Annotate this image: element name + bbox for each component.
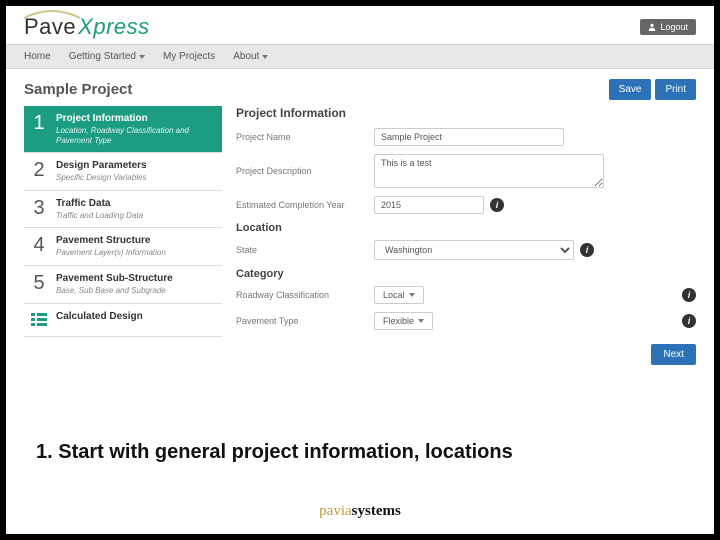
print-button[interactable]: Print <box>655 79 696 100</box>
info-icon[interactable]: i <box>682 314 696 328</box>
nav-getting-started[interactable]: Getting Started <box>69 51 145 62</box>
state-select[interactable]: Washington <box>374 240 574 260</box>
footer-brand: paviasystems <box>6 503 714 520</box>
form-heading: Project Information <box>236 106 696 120</box>
project-name-label: Project Name <box>236 132 366 142</box>
slide-caption: 1. Start with general project informatio… <box>36 441 513 464</box>
state-label: State <box>236 245 366 255</box>
save-button[interactable]: Save <box>609 79 652 100</box>
step-design-parameters[interactable]: 2 Design Parameters Specific Design Vari… <box>24 153 222 191</box>
step-calculated-design[interactable]: Calculated Design <box>24 304 222 337</box>
app-logo: Pave Xpress <box>24 14 150 40</box>
chevron-down-icon <box>418 319 424 323</box>
chevron-down-icon <box>139 55 145 59</box>
steps-sidebar: 1 Project Information Location, Roadway … <box>24 106 222 338</box>
info-icon[interactable]: i <box>682 288 696 302</box>
step-pavement-structure[interactable]: 4 Pavement Structure Pavement Layer(s) I… <box>24 228 222 266</box>
logout-button[interactable]: Logout <box>640 19 696 35</box>
year-input[interactable] <box>374 196 484 214</box>
logout-label: Logout <box>660 22 688 32</box>
step-pavement-substructure[interactable]: 5 Pavement Sub-Structure Base, Sub Base … <box>24 266 222 304</box>
roadway-label: Roadway Classification <box>236 290 366 300</box>
main-nav: Home Getting Started My Projects About <box>6 44 714 69</box>
user-icon <box>648 23 656 31</box>
project-desc-label: Project Description <box>236 166 366 176</box>
location-heading: Location <box>236 222 696 234</box>
pavement-dropdown[interactable]: Flexible <box>374 312 433 330</box>
project-name-input[interactable] <box>374 128 564 146</box>
step-project-information[interactable]: 1 Project Information Location, Roadway … <box>24 106 222 153</box>
nav-about[interactable]: About <box>233 51 268 62</box>
category-heading: Category <box>236 268 696 280</box>
project-desc-input[interactable]: This is a test <box>374 154 604 188</box>
page-title: Sample Project <box>24 81 132 98</box>
chevron-down-icon <box>409 293 415 297</box>
list-icon <box>30 311 48 329</box>
logo-text-2: Xpress <box>78 14 149 40</box>
nav-home[interactable]: Home <box>24 51 51 62</box>
info-icon[interactable]: i <box>580 243 594 257</box>
project-form: Project Information Project Name Project… <box>236 106 696 338</box>
next-button[interactable]: Next <box>651 344 696 365</box>
year-label: Estimated Completion Year <box>236 200 366 210</box>
pavement-label: Pavement Type <box>236 316 366 326</box>
nav-my-projects[interactable]: My Projects <box>163 51 215 62</box>
info-icon[interactable]: i <box>490 198 504 212</box>
roadway-dropdown[interactable]: Local <box>374 286 424 304</box>
step-traffic-data[interactable]: 3 Traffic Data Traffic and Loading Data <box>24 191 222 229</box>
chevron-down-icon <box>262 55 268 59</box>
